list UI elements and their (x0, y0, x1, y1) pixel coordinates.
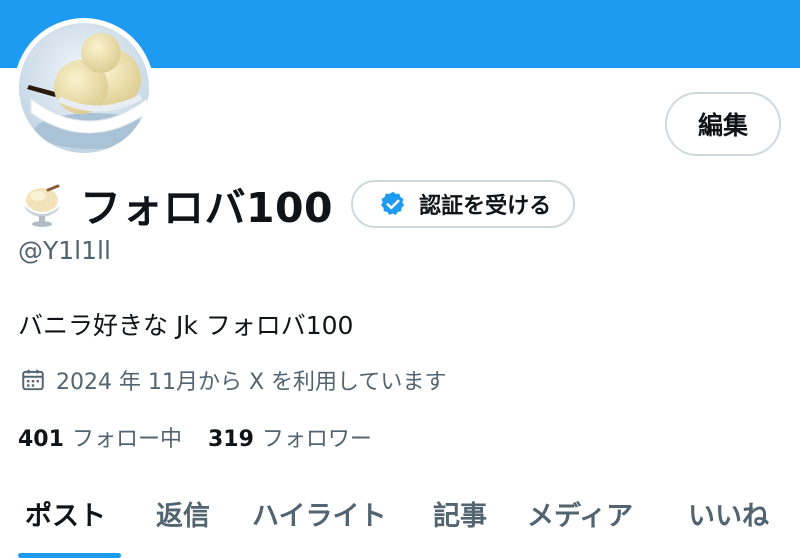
tab-replies[interactable]: 返信 (156, 494, 210, 533)
profile-tabs: ポスト 返信 ハイライト 記事 メディア いいね (0, 480, 800, 558)
following-count: 401 (18, 427, 64, 452)
join-date-text: 2024 年 11月から X を利用しています (56, 370, 447, 395)
followers-label: フォロワー (261, 427, 372, 452)
avatar-image (19, 23, 149, 153)
tab-highlights[interactable]: ハイライト (252, 494, 386, 533)
following-label: フォロー中 (71, 427, 182, 452)
tab-likes[interactable]: いいね (688, 494, 769, 533)
vanilla-ice-cream-avatar-icon (19, 23, 149, 153)
tab-media[interactable]: メディア (527, 494, 633, 533)
follow-stats: 401 フォロー中 319 フォロワー (18, 421, 398, 453)
followers-count: 319 (207, 427, 254, 452)
profile-name-row: フォロバ100 認証を受ける (18, 176, 576, 232)
active-tab-indicator (18, 553, 121, 558)
shaved-ice-icon (24, 184, 60, 227)
join-date: 2024 年 11月から X を利用しています (20, 364, 446, 396)
verified-badge-icon (381, 191, 405, 215)
get-verified-label: 認証を受ける (419, 194, 552, 219)
display-name: フォロバ100 (80, 184, 334, 232)
user-handle: @Y1l1ll (18, 236, 111, 265)
tab-articles[interactable]: 記事 (433, 494, 487, 533)
get-verified-button[interactable]: 認証を受ける (351, 180, 576, 228)
followers-link[interactable]: 319 フォロワー (208, 421, 372, 453)
calendar-icon (22, 369, 44, 391)
profile-bio: バニラ好きな Jk フォロバ100 (18, 311, 354, 340)
following-link[interactable]: 401 フォロー中 (18, 421, 182, 453)
profile-avatar[interactable] (14, 18, 154, 158)
edit-profile-button[interactable]: 編集 (665, 92, 781, 156)
tab-posts[interactable]: ポスト (25, 494, 106, 533)
